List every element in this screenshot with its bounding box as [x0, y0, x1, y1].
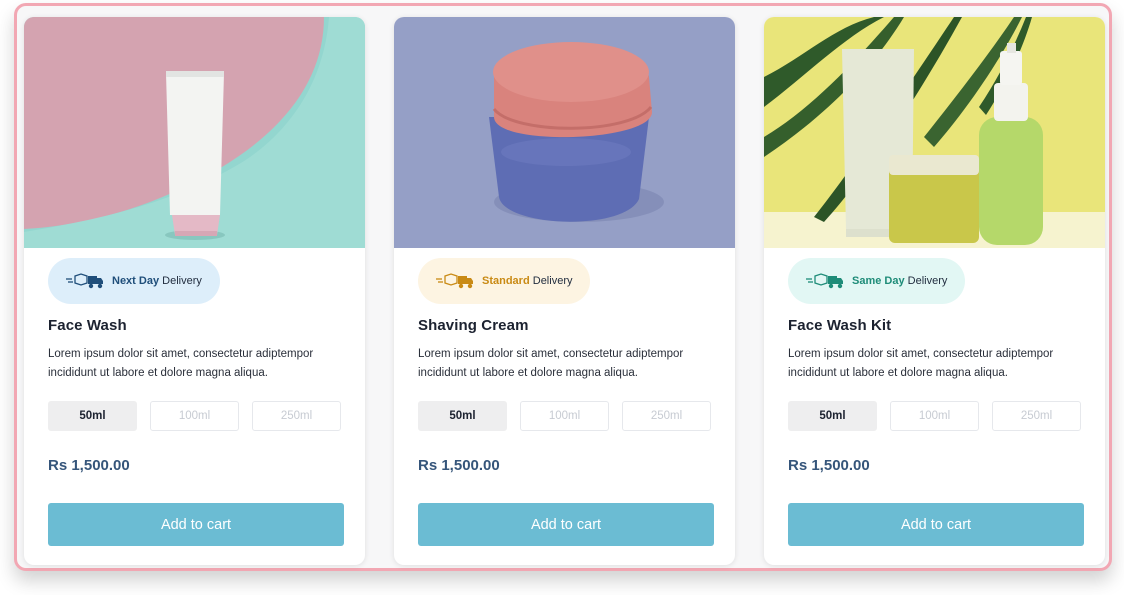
delivery-truck-icon [806, 273, 843, 289]
delivery-truck-icon [436, 273, 473, 289]
add-to-cart-button[interactable]: Add to cart [418, 503, 714, 546]
product-description: Lorem ipsum dolor sit amet, consectetur … [418, 348, 684, 379]
product-price: Rs 1,500.00 [788, 457, 870, 474]
size-option[interactable]: 250ml [992, 401, 1081, 431]
product-card: Next Day Delivery Face Wash Lorem ipsum … [24, 17, 365, 565]
product-description: Lorem ipsum dolor sit amet, consectetur … [788, 348, 1054, 379]
size-option[interactable]: 250ml [252, 401, 341, 431]
delivery-badge: Next Day Delivery [48, 258, 220, 304]
size-options: 50ml 100ml 250ml [418, 401, 711, 431]
product-price: Rs 1,500.00 [418, 457, 500, 474]
product-image[interactable] [764, 17, 1105, 248]
size-option[interactable]: 50ml [48, 401, 137, 431]
delivery-label: Delivery [532, 275, 573, 287]
delivery-truck-icon [66, 273, 103, 289]
product-image[interactable] [394, 17, 735, 248]
size-option[interactable]: 100ml [890, 401, 979, 431]
product-description: Lorem ipsum dolor sit amet, consectetur … [48, 348, 314, 379]
product-grid-frame: Next Day Delivery Face Wash Lorem ipsum … [14, 3, 1112, 571]
size-option[interactable]: 50ml [418, 401, 507, 431]
product-price: Rs 1,500.00 [48, 457, 130, 474]
size-options: 50ml 100ml 250ml [48, 401, 341, 431]
size-options: 50ml 100ml 250ml [788, 401, 1081, 431]
size-option[interactable]: 100ml [150, 401, 239, 431]
product-title: Face Wash Kit [788, 317, 892, 334]
delivery-badge: Standard Delivery [418, 258, 591, 304]
product-card: Standard Delivery Shaving Cream Lorem ip… [394, 17, 735, 565]
delivery-label: Delivery [162, 275, 202, 287]
add-to-cart-button[interactable]: Add to cart [788, 503, 1084, 546]
delivery-speed: Next Day [112, 275, 160, 287]
product-image[interactable] [24, 17, 365, 248]
product-title: Face Wash [48, 317, 127, 334]
size-option[interactable]: 50ml [788, 401, 877, 431]
delivery-speed: Same Day [852, 275, 905, 287]
size-option[interactable]: 250ml [622, 401, 711, 431]
delivery-label: Delivery [907, 275, 948, 287]
delivery-speed: Standard [482, 275, 530, 287]
product-card: Same Day Delivery Face Wash Kit Lorem ip… [764, 17, 1105, 565]
product-title: Shaving Cream [418, 317, 529, 334]
add-to-cart-button[interactable]: Add to cart [48, 503, 344, 546]
delivery-badge: Same Day Delivery [788, 258, 966, 304]
size-option[interactable]: 100ml [520, 401, 609, 431]
